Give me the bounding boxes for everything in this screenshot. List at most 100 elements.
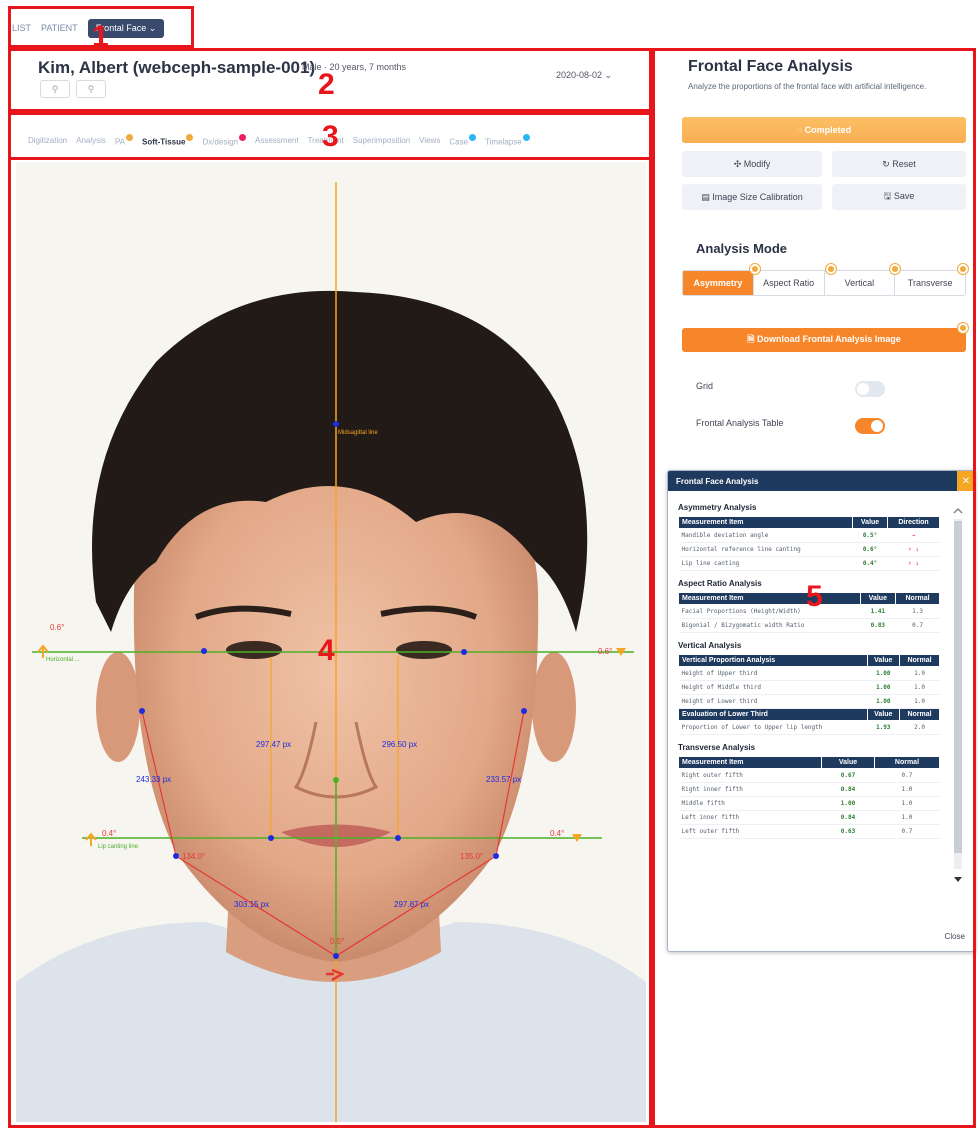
image-size-calibration-button[interactable]: ▤ Image Size Calibration bbox=[682, 184, 822, 210]
breadcrumb-patient-link[interactable]: PATIENT bbox=[41, 23, 78, 33]
table-cell: ↑ ↓ bbox=[887, 556, 940, 571]
landmark-subnasale[interactable] bbox=[333, 777, 339, 783]
left-cheek-distance: 243.33 px bbox=[136, 775, 171, 784]
table-cell: 1.3 bbox=[895, 604, 940, 619]
table-row: Bigonial / Bizygomatic width Ratio 0.83 … bbox=[678, 618, 940, 633]
transverse-badge-icon bbox=[958, 264, 968, 274]
table-cell: 0.7 bbox=[895, 618, 940, 633]
completed-button[interactable]: ◌ Completed bbox=[682, 117, 966, 143]
table-row: Horizontal reference line canting 0.6° ↑… bbox=[678, 542, 940, 557]
reset-button[interactable]: ↻ Reset bbox=[832, 151, 966, 177]
scroll-thumb[interactable] bbox=[954, 521, 962, 853]
save-button[interactable]: 🖫 Save bbox=[832, 184, 966, 210]
landmark-left-gonion[interactable] bbox=[173, 853, 179, 859]
landmark-soft-tissue-glabella[interactable] bbox=[333, 421, 339, 427]
breadcrumb-list-link[interactable]: LIST bbox=[12, 23, 31, 33]
tab-timelapse-label: Timelapse bbox=[485, 137, 522, 147]
table-cell: 0.7 bbox=[874, 824, 940, 839]
table-header: Normal bbox=[899, 654, 940, 667]
tab-dx-design[interactable]: Dx/design bbox=[202, 134, 247, 147]
case-status-dot bbox=[469, 134, 477, 141]
left-gonial-angle: 134.0° bbox=[182, 852, 205, 861]
table-cell: Bigonial / Bizygomatic width Ratio bbox=[678, 618, 860, 633]
landmark-left-zygion[interactable] bbox=[139, 708, 145, 714]
table-cell: ↑ ↓ bbox=[887, 542, 940, 557]
workflow-tabs: Digitization Analysis PA Soft-Tissue Dx/… bbox=[28, 134, 530, 147]
landmark-left-cheilion[interactable] bbox=[268, 835, 274, 841]
table-cell: Middle fifth bbox=[678, 796, 822, 811]
mode-asymmetry[interactable]: Asymmetry bbox=[683, 271, 754, 295]
frontal-table-label: Frontal Analysis Table bbox=[696, 418, 784, 428]
table-cell: 1.0 bbox=[874, 810, 940, 825]
timelapse-status-dot bbox=[522, 134, 530, 141]
aspect-ratio-badge-icon bbox=[826, 264, 836, 274]
grid-toggle[interactable] bbox=[855, 381, 885, 397]
tab-soft-tissue[interactable]: Soft-Tissue bbox=[142, 134, 194, 147]
landmark-right-zygion[interactable] bbox=[521, 708, 527, 714]
table-header: Direction bbox=[887, 516, 940, 529]
table-cell: Lip line canting bbox=[678, 556, 853, 571]
scroll-up-icon[interactable] bbox=[951, 505, 965, 517]
frontal-analysis-window[interactable]: Frontal Face Analysis ✕ Asymmetry Analys… bbox=[667, 470, 976, 952]
visit-date-select[interactable]: 2020-08-02 ⌄ bbox=[556, 70, 612, 81]
landmark-menton[interactable] bbox=[333, 953, 339, 959]
table-cell: 1.0 bbox=[874, 782, 940, 797]
table-cell: 0.84 bbox=[821, 810, 875, 825]
lip-right-angle: 0.4° bbox=[550, 829, 564, 838]
tab-superimposition[interactable]: Superimposition bbox=[353, 136, 410, 145]
tab-timelapse[interactable]: Timelapse bbox=[485, 134, 530, 147]
left-ear-shape bbox=[96, 652, 140, 762]
horizontal-left-angle: 0.6° bbox=[50, 623, 64, 632]
tab-views[interactable]: Views bbox=[419, 136, 440, 145]
left-eye bbox=[226, 641, 282, 659]
table-cell: 1.00 bbox=[867, 680, 900, 695]
tab-pa[interactable]: PA bbox=[114, 134, 134, 147]
table-cell: 0.67 bbox=[821, 768, 875, 783]
patient-unlink-button[interactable]: ⚲ bbox=[76, 80, 106, 98]
landmark-left-exocanthion[interactable] bbox=[201, 648, 207, 654]
table-cell: 1.93 bbox=[867, 720, 900, 735]
mode-transverse[interactable]: Transverse bbox=[895, 271, 965, 295]
tab-pa-label: PA bbox=[114, 137, 126, 147]
landmark-right-exocanthion[interactable] bbox=[461, 649, 467, 655]
table-cell: 2.0 bbox=[899, 720, 940, 735]
window-scrollbar[interactable] bbox=[951, 505, 965, 885]
right-jaw-distance: 297.87 px bbox=[394, 900, 429, 909]
modify-button[interactable]: ✣ Modify bbox=[682, 151, 822, 177]
patient-link-button[interactable]: ⚲ bbox=[40, 80, 70, 98]
tab-digitization[interactable]: Digitization bbox=[28, 136, 67, 145]
tab-analysis[interactable]: Analysis bbox=[76, 136, 106, 145]
landmark-right-gonion[interactable] bbox=[493, 853, 499, 859]
window-close-icon[interactable]: ✕ bbox=[957, 471, 975, 491]
app-root: LIST PATIENT Frontal Face ⌄ Kim, Albert … bbox=[0, 0, 978, 1131]
window-header[interactable]: Frontal Face Analysis ✕ bbox=[668, 471, 975, 491]
table-header: Measurement Item bbox=[678, 516, 853, 529]
mode-vertical[interactable]: Vertical bbox=[825, 271, 896, 295]
table-cell: 0.4° bbox=[852, 556, 888, 571]
table-row: Right inner fifth 0.84 1.0 bbox=[678, 782, 940, 797]
transverse-table: Measurement Item Value Normal Right oute… bbox=[677, 756, 941, 839]
table-cell: 0.84 bbox=[821, 782, 875, 797]
lip-canting-label: Lip canting line bbox=[98, 844, 139, 850]
frontal-table-toggle[interactable] bbox=[855, 418, 885, 434]
tab-case-label: Case bbox=[449, 137, 469, 147]
table-cell: 0.6° bbox=[852, 542, 888, 557]
table-header: Measurement Item bbox=[677, 756, 823, 769]
window-close-button[interactable]: Close bbox=[945, 932, 965, 941]
tab-assessment[interactable]: Assessment bbox=[255, 136, 299, 145]
tab-case[interactable]: Case bbox=[449, 134, 477, 147]
mode-aspect-ratio[interactable]: Aspect Ratio bbox=[754, 271, 825, 295]
table-header: Evaluation of Lower Third bbox=[678, 708, 868, 721]
vertical-badge-icon bbox=[890, 264, 900, 274]
table-cell: Mandible deviation angle bbox=[678, 528, 853, 543]
left-vertical-distance: 297.47 px bbox=[256, 740, 291, 749]
landmark-right-cheilion[interactable] bbox=[395, 835, 401, 841]
table-cell: 1.0 bbox=[874, 796, 940, 811]
download-frontal-image-button[interactable]: 🗎 Download Frontal Analysis Image bbox=[682, 328, 966, 352]
callout-number-2: 2 bbox=[318, 68, 335, 101]
right-ear-shape bbox=[532, 652, 576, 762]
scroll-down-icon[interactable] bbox=[951, 873, 965, 885]
transverse-section-title: Transverse Analysis bbox=[678, 743, 756, 752]
table-cell: Proportion of Lower to Upper lip length bbox=[678, 720, 868, 735]
window-body: Asymmetry Analysis Measurement Item Valu… bbox=[677, 495, 941, 839]
